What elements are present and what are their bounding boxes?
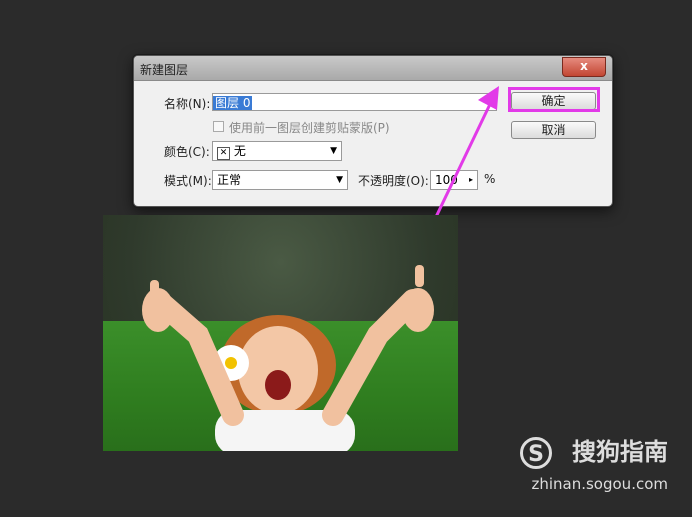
- girl-photo: [103, 215, 458, 451]
- watermark-brand: 搜狗指南: [572, 438, 668, 466]
- watermark-url: zhinan.sogou.com: [531, 475, 668, 493]
- sogou-logo-icon: S: [520, 437, 552, 469]
